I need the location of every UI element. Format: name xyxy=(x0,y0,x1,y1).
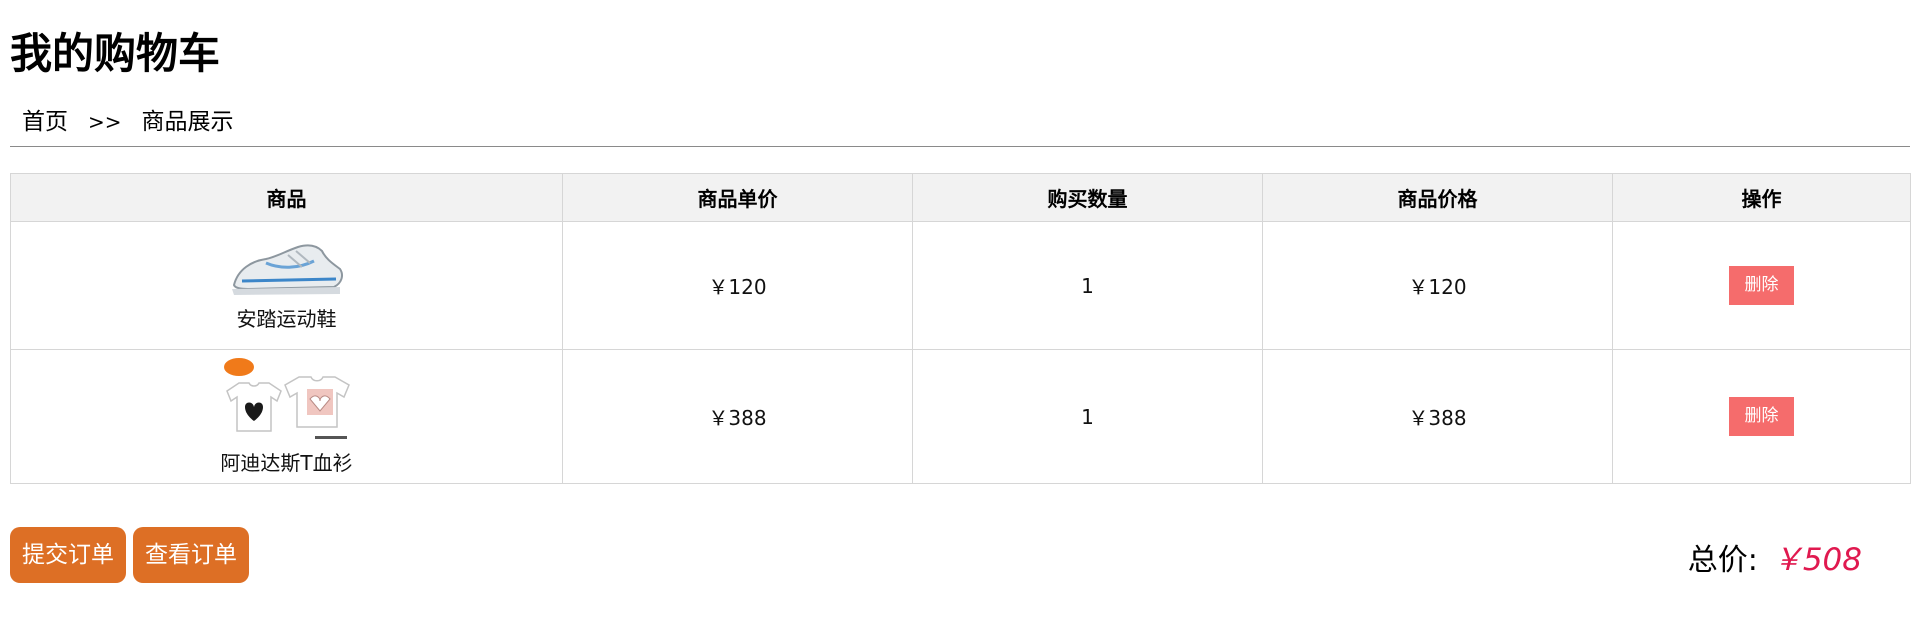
submit-order-button[interactable]: 提交订单 xyxy=(10,527,126,583)
unit-price-cell: ￥388 xyxy=(562,349,913,484)
column-header-quantity: 购买数量 xyxy=(912,173,1263,222)
sneaker-image xyxy=(231,244,343,295)
breadcrumb-home[interactable]: 首页 xyxy=(22,104,68,140)
product-cell: 阿迪达斯T血衫 xyxy=(10,349,563,484)
cart-page: 我的购物车 首页 >> 商品展示 商品 商品单价 购买数量 商品价格 操作 安踏… xyxy=(0,0,1920,638)
order-actions: 提交订单 查看订单 xyxy=(10,527,249,583)
column-header-price: 商品价格 xyxy=(1262,173,1613,222)
table-row: 安踏运动鞋 ￥120 1 ￥120 删除 xyxy=(10,221,1911,350)
price-cell: ￥388 xyxy=(1262,349,1613,484)
delete-button[interactable]: 删除 xyxy=(1729,397,1794,436)
view-order-button[interactable]: 查看订单 xyxy=(133,527,249,583)
column-header-unit-price: 商品单价 xyxy=(562,173,913,222)
breadcrumb-separator: >> xyxy=(88,110,122,134)
table-header-row: 商品 商品单价 购买数量 商品价格 操作 xyxy=(10,173,1911,222)
price-cell: ￥120 xyxy=(1262,221,1613,350)
total-value: ￥508 xyxy=(1771,542,1862,578)
breadcrumb-current[interactable]: 商品展示 xyxy=(142,104,234,140)
total-summary: 总价: ￥508 xyxy=(1688,534,1862,579)
column-header-action: 操作 xyxy=(1612,173,1911,222)
breadcrumb: 首页 >> 商品展示 xyxy=(22,104,234,140)
action-cell: 删除 xyxy=(1612,221,1911,350)
column-header-product: 商品 xyxy=(10,173,563,222)
total-label: 总价: xyxy=(1687,543,1758,578)
product-name: 安踏运动鞋 xyxy=(236,307,337,331)
unit-price-cell: ￥120 xyxy=(562,221,913,350)
header-divider xyxy=(10,146,1910,147)
table-row: 阿迪达斯T血衫 ￥388 1 ￥388 删除 xyxy=(10,349,1911,484)
delete-button[interactable]: 删除 xyxy=(1729,266,1794,305)
quantity-cell: 1 xyxy=(912,349,1263,484)
cart-table: 商品 商品单价 购买数量 商品价格 操作 安踏运动鞋 ￥120 1 ￥120 删… xyxy=(10,173,1911,484)
product-name: 阿迪达斯T血衫 xyxy=(220,451,353,475)
tshirt-image xyxy=(223,358,350,439)
action-cell: 删除 xyxy=(1612,349,1911,484)
product-cell: 安踏运动鞋 xyxy=(10,221,563,350)
quantity-cell: 1 xyxy=(912,221,1263,350)
page-title: 我的购物车 xyxy=(10,29,221,78)
